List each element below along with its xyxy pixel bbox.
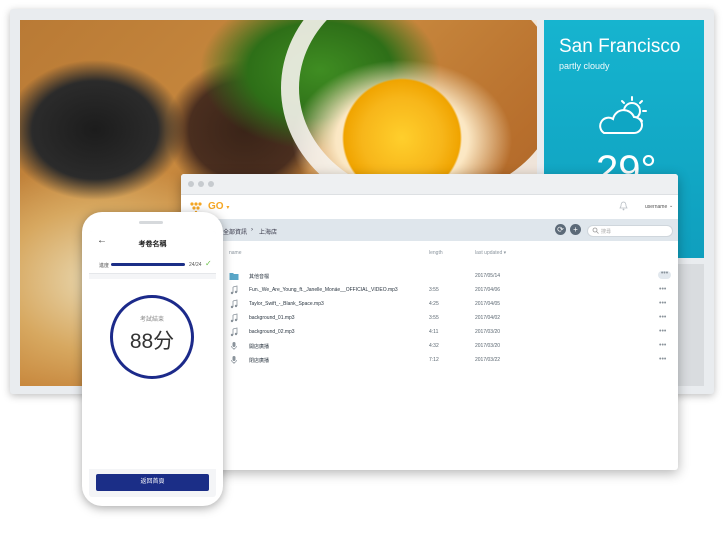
list-item[interactable]: Taylor_Swift_-_Blank_Space.mp3 4:25 2017… [181, 297, 678, 311]
microphone-icon [231, 342, 237, 350]
result-label: 考試結束 [139, 317, 164, 323]
list-item[interactable]: Fun._We_Are_Young_ft._Janelle_Monáe__OFF… [181, 283, 678, 297]
file-name: 閉店廣播 [249, 358, 270, 364]
list-item[interactable]: 閉店廣播 7:12 2017/03/22 ••• [181, 353, 678, 367]
music-note-icon [230, 299, 238, 309]
add-button[interactable]: + [570, 224, 581, 235]
window-dot-icon[interactable] [188, 181, 194, 187]
search-placeholder: 搜尋 [601, 229, 612, 235]
more-icon[interactable]: ••• [658, 270, 671, 279]
file-name: Taylor_Swift_-_Blank_Space.mp3 [249, 301, 324, 307]
more-icon[interactable]: ••• [659, 342, 666, 349]
progress-row: 進度 24/24 ✓ [89, 255, 216, 274]
partly-cloudy-icon [599, 96, 647, 134]
search-input[interactable]: 搜尋 [587, 225, 673, 237]
more-icon[interactable]: ••• [659, 300, 666, 307]
file-name: background_01.mp3 [249, 315, 295, 321]
search-icon [592, 227, 599, 234]
music-note-icon [230, 327, 238, 337]
music-note-icon [230, 313, 238, 323]
phone-mockup: ← 考卷名稱 進度 24/24 ✓ 考試結束 88分 返回首頁 [82, 212, 223, 506]
list-item[interactable]: 其他音檔 2017/05/14 ••• [181, 269, 678, 283]
file-manager-window: GO ▾ username ⌄ 全部資訊 › 上海店 ⟳ + 搜尋 name l… [181, 174, 678, 470]
list-item[interactable]: background_02.mp3 4:11 2017/03/20 ••• [181, 325, 678, 339]
phone-screen: ← 考卷名稱 進度 24/24 ✓ 考試結束 88分 返回首頁 [89, 231, 216, 497]
column-header-name[interactable]: name [229, 250, 242, 256]
file-length: 4:11 [429, 329, 439, 335]
refresh-icon: ⟳ [557, 225, 564, 234]
chevron-right-icon: › [251, 227, 253, 233]
file-length: 4:25 [429, 301, 439, 307]
list-item[interactable]: 開店廣播 4:32 2017/03/20 ••• [181, 339, 678, 353]
score-value: 88分 [129, 330, 175, 353]
file-date: 2017/03/20 [475, 343, 501, 349]
file-date: 2017/03/20 [475, 329, 501, 335]
weather-city: San Francisco [559, 36, 681, 57]
app-header: GO ▾ username ⌄ [181, 195, 678, 220]
list-item[interactable]: background_01.mp3 3:55 2017/04/02 ••• [181, 311, 678, 325]
exam-title: 考卷名稱 [138, 241, 167, 248]
music-note-icon [230, 285, 238, 295]
plus-icon: + [573, 225, 578, 234]
phone-speaker [139, 221, 163, 224]
app-name: GO [208, 201, 224, 212]
file-length: 7:12 [429, 357, 439, 363]
file-length: 4:32 [429, 343, 439, 349]
chevron-down-icon: ▾ [226, 205, 230, 211]
breadcrumb: 全部資訊 › 上海店 ⟳ + 搜尋 [181, 219, 678, 241]
score-circle: 考試結束 88分 [110, 295, 194, 379]
more-icon[interactable]: ••• [659, 314, 666, 321]
chevron-down-icon[interactable]: ⌄ [669, 203, 673, 209]
check-icon: ✓ [205, 259, 212, 268]
file-length: 3:55 [429, 287, 439, 293]
bell-icon[interactable] [619, 201, 628, 211]
more-icon[interactable]: ••• [659, 286, 666, 293]
file-date: 2017/04/05 [475, 301, 501, 307]
file-name: Fun._We_Are_Young_ft._Janelle_Monáe__OFF… [249, 287, 398, 293]
file-length: 3:55 [429, 315, 439, 321]
window-dot-icon[interactable] [208, 181, 214, 187]
window-titlebar [181, 174, 678, 195]
phone-header: ← 考卷名稱 [89, 231, 216, 256]
file-date: 2017/03/22 [475, 357, 501, 363]
column-header-length[interactable]: length [429, 250, 443, 256]
app-switcher[interactable]: GO ▾ [208, 201, 229, 212]
back-home-button[interactable]: 返回首頁 [96, 474, 209, 491]
progress-bar [111, 263, 185, 266]
file-name: 開店廣播 [249, 344, 270, 350]
more-icon[interactable]: ••• [659, 328, 666, 335]
file-date: 2017/04/02 [475, 315, 501, 321]
folder-icon [229, 273, 239, 280]
microphone-icon [231, 356, 237, 364]
more-icon[interactable]: ••• [659, 356, 666, 363]
breadcrumb-item-current: 上海店 [259, 230, 278, 236]
file-name: 其他音檔 [249, 274, 270, 280]
file-date: 2017/05/14 [475, 273, 501, 279]
file-name: background_02.mp3 [249, 329, 295, 335]
column-header-updated[interactable]: last updated ▾ [475, 250, 506, 256]
progress-label: 進度 [99, 263, 110, 269]
file-date: 2017/04/06 [475, 287, 501, 293]
breadcrumb-item-all[interactable]: 全部資訊 [223, 227, 247, 236]
window-dot-icon[interactable] [198, 181, 204, 187]
progress-count: 24/24 [189, 262, 202, 268]
username[interactable]: username [645, 204, 667, 210]
weather-condition: partly cloudy [559, 61, 610, 71]
refresh-button[interactable]: ⟳ [555, 224, 566, 235]
